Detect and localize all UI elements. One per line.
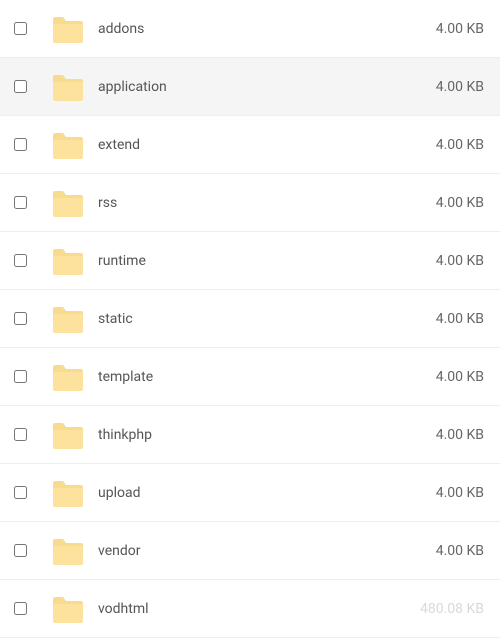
file-name[interactable]: addons [92, 21, 398, 37]
icon-cell [44, 479, 92, 507]
file-size: 4.00 KB [398, 137, 488, 153]
file-size: 4.00 KB [398, 21, 488, 37]
file-name[interactable]: rss [92, 195, 398, 211]
file-name[interactable]: upload [92, 485, 398, 501]
row-checkbox[interactable] [14, 370, 27, 383]
folder-icon [51, 15, 85, 43]
folder-icon [51, 363, 85, 391]
row-checkbox[interactable] [14, 602, 27, 615]
checkbox-cell [14, 312, 44, 325]
checkbox-cell [14, 602, 44, 615]
icon-cell [44, 247, 92, 275]
file-name[interactable]: static [92, 311, 398, 327]
file-size: 4.00 KB [398, 485, 488, 501]
file-size: 4.00 KB [398, 195, 488, 211]
icon-cell [44, 15, 92, 43]
file-row[interactable]: runtime 4.00 KB [0, 232, 500, 290]
file-name[interactable]: template [92, 369, 398, 385]
file-row[interactable]: template 4.00 KB [0, 348, 500, 406]
checkbox-cell [14, 544, 44, 557]
file-row[interactable]: application 4.00 KB [0, 58, 500, 116]
file-size: 4.00 KB [398, 311, 488, 327]
icon-cell [44, 537, 92, 565]
row-checkbox[interactable] [14, 544, 27, 557]
file-row[interactable]: static 4.00 KB [0, 290, 500, 348]
row-checkbox[interactable] [14, 428, 27, 441]
folder-icon [51, 537, 85, 565]
icon-cell [44, 421, 92, 449]
file-row[interactable]: addons 4.00 KB [0, 0, 500, 58]
file-row[interactable]: vodhtml 480.08 KB [0, 580, 500, 638]
checkbox-cell [14, 196, 44, 209]
file-size: 4.00 KB [398, 427, 488, 443]
row-checkbox[interactable] [14, 312, 27, 325]
folder-icon [51, 73, 85, 101]
icon-cell [44, 305, 92, 333]
file-name[interactable]: thinkphp [92, 427, 398, 443]
file-size: 480.08 KB [398, 601, 488, 617]
checkbox-cell [14, 138, 44, 151]
file-name[interactable]: runtime [92, 253, 398, 269]
row-checkbox[interactable] [14, 138, 27, 151]
file-row[interactable]: rss 4.00 KB [0, 174, 500, 232]
file-row[interactable]: extend 4.00 KB [0, 116, 500, 174]
folder-icon [51, 479, 85, 507]
folder-icon [51, 247, 85, 275]
checkbox-cell [14, 254, 44, 267]
row-checkbox[interactable] [14, 22, 27, 35]
file-size: 4.00 KB [398, 79, 488, 95]
folder-icon [51, 305, 85, 333]
file-name[interactable]: application [92, 79, 398, 95]
checkbox-cell [14, 486, 44, 499]
file-size: 4.00 KB [398, 253, 488, 269]
icon-cell [44, 73, 92, 101]
checkbox-cell [14, 428, 44, 441]
icon-cell [44, 595, 92, 623]
icon-cell [44, 131, 92, 159]
checkbox-cell [14, 370, 44, 383]
checkbox-cell [14, 22, 44, 35]
icon-cell [44, 363, 92, 391]
icon-cell [44, 189, 92, 217]
folder-icon [51, 189, 85, 217]
file-row[interactable]: upload 4.00 KB [0, 464, 500, 522]
file-name[interactable]: extend [92, 137, 398, 153]
file-name[interactable]: vendor [92, 543, 398, 559]
row-checkbox[interactable] [14, 196, 27, 209]
checkbox-cell [14, 80, 44, 93]
row-checkbox[interactable] [14, 486, 27, 499]
folder-icon [51, 131, 85, 159]
row-checkbox[interactable] [14, 80, 27, 93]
file-list: addons 4.00 KB application 4.00 KB exten… [0, 0, 500, 638]
file-size: 4.00 KB [398, 543, 488, 559]
row-checkbox[interactable] [14, 254, 27, 267]
file-row[interactable]: thinkphp 4.00 KB [0, 406, 500, 464]
folder-icon [51, 595, 85, 623]
file-row[interactable]: vendor 4.00 KB [0, 522, 500, 580]
file-size: 4.00 KB [398, 369, 488, 385]
folder-icon [51, 421, 85, 449]
file-name[interactable]: vodhtml [92, 601, 398, 617]
